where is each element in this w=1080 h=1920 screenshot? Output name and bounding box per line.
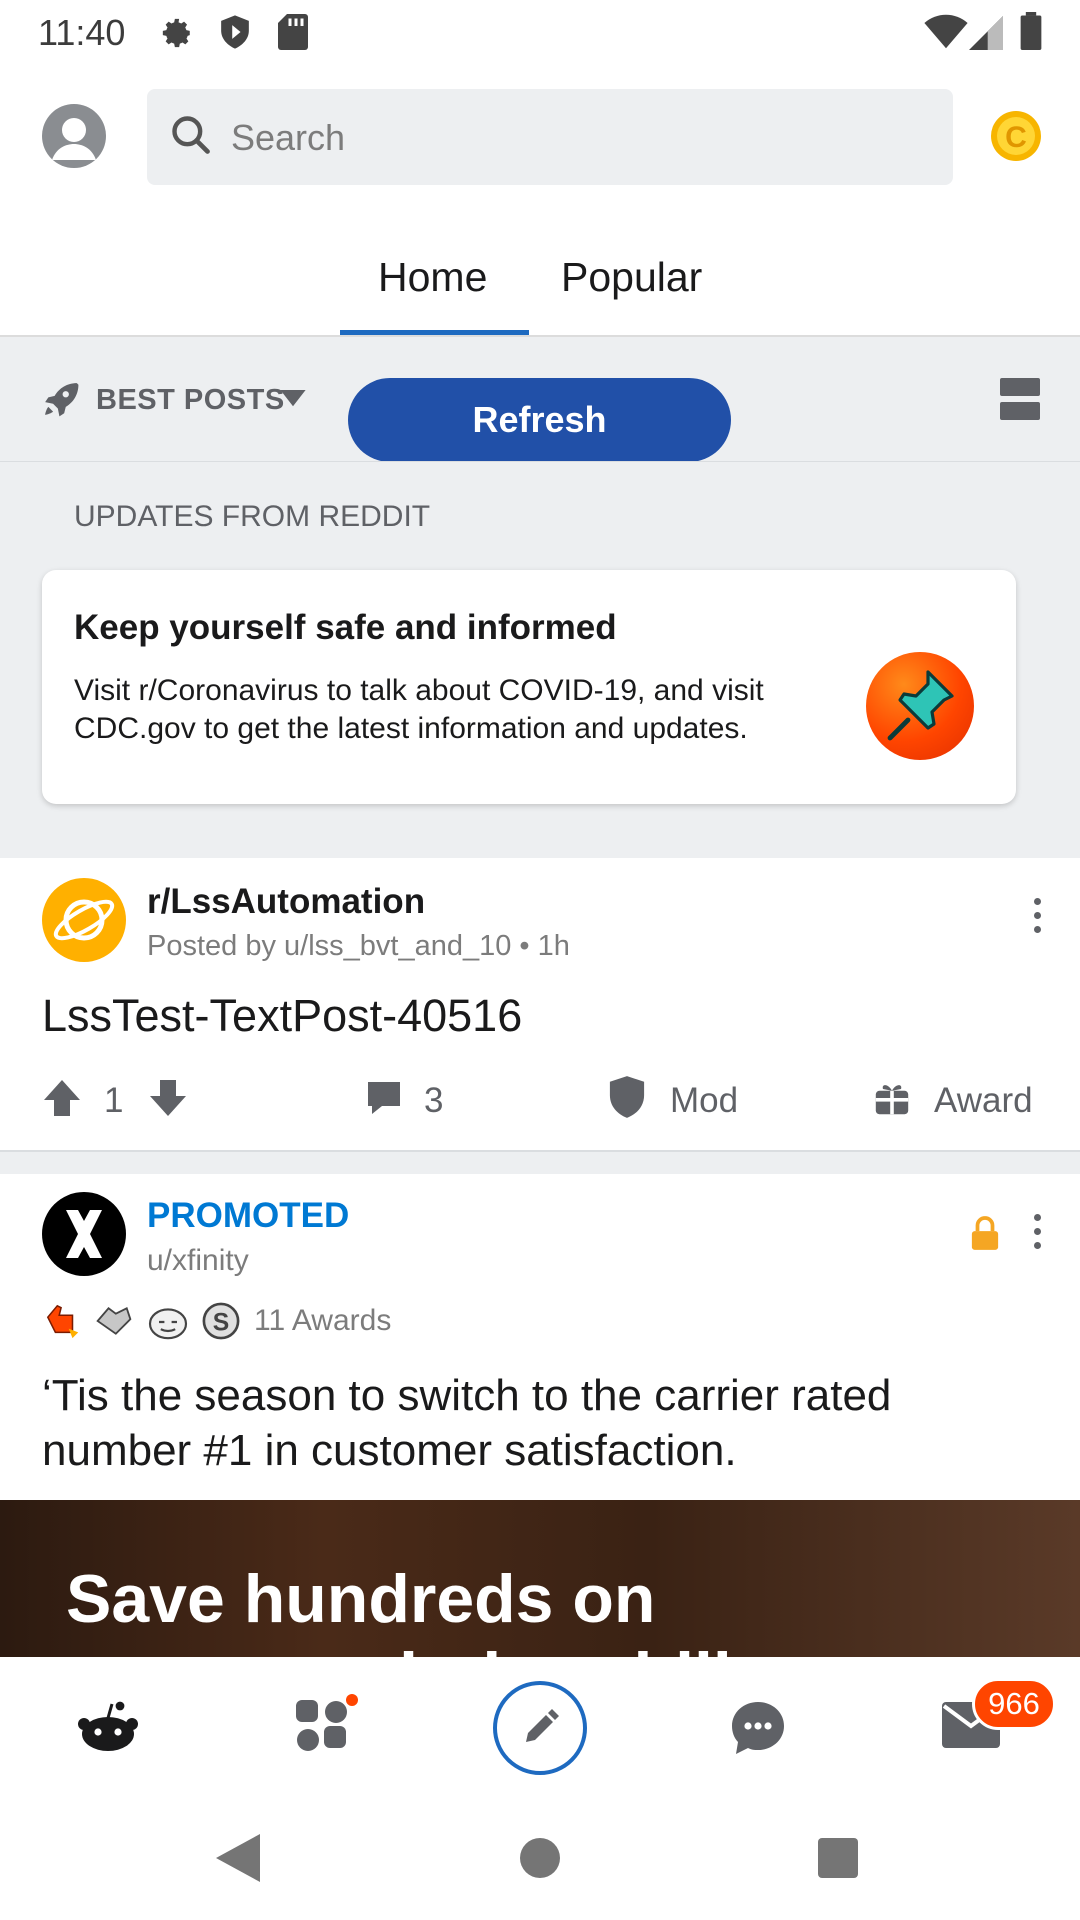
search-input[interactable]: Search — [147, 89, 953, 185]
settings-icon — [162, 18, 190, 48]
signal-icon — [969, 16, 1003, 50]
communities-icon[interactable] — [296, 1694, 358, 1752]
svg-text:S: S — [213, 1310, 229, 1337]
award-silver-icon: S — [202, 1302, 240, 1340]
avatar-icon — [52, 118, 96, 160]
award-handshake-icon — [96, 1306, 132, 1335]
lock-icon — [971, 1216, 999, 1250]
tab-popular[interactable]: Popular — [561, 254, 702, 301]
mod-shield-icon[interactable] — [608, 1076, 646, 1118]
awards-count[interactable]: 11 Awards — [254, 1304, 391, 1338]
chat-icon[interactable] — [730, 1700, 786, 1756]
home-circle-icon[interactable] — [520, 1838, 560, 1878]
shield-icon — [221, 15, 249, 49]
post-options-kebab-icon[interactable] — [1034, 898, 1042, 940]
downvote-icon[interactable] — [148, 1078, 188, 1118]
search-icon — [172, 116, 210, 154]
update-card-title: Keep yourself safe and informed — [74, 608, 617, 647]
updates-section-title: UPDATES FROM REDDIT — [74, 500, 431, 533]
post-score: 1 — [104, 1081, 124, 1120]
planet-icon — [53, 899, 115, 941]
coin-icon[interactable]: C — [990, 110, 1042, 162]
award-face-icon — [148, 1308, 188, 1340]
gift-icon[interactable] — [874, 1080, 910, 1116]
snoo-icon[interactable] — [76, 1700, 140, 1752]
promoted-label: PROMOTED — [147, 1196, 350, 1235]
post-subreddit[interactable]: r/LssAutomation — [147, 882, 425, 922]
status-bar: 11:40 — [0, 0, 1080, 66]
ad-image[interactable]: Save hundreds on your wireless bill — [0, 1500, 1080, 1657]
sort-label[interactable]: BEST POSTS — [96, 384, 285, 417]
pin-badge — [866, 652, 974, 760]
xfinity-logo — [66, 1210, 102, 1258]
promoted-options-kebab-icon[interactable] — [1034, 1214, 1042, 1256]
upvote-icon[interactable] — [42, 1078, 82, 1118]
clock: 11:40 — [38, 12, 126, 53]
ad-headline: Save hundreds on — [66, 1561, 656, 1637]
post-meta[interactable]: Posted by u/lss_bvt_and_10 • 1h — [147, 930, 570, 963]
pin-icon — [887, 670, 954, 741]
wifi-icon — [924, 14, 968, 49]
award-button[interactable]: Award — [934, 1081, 1033, 1121]
subreddit-avatar[interactable] — [42, 878, 126, 962]
recents-icon[interactable] — [818, 1838, 858, 1878]
refresh-button[interactable]: Refresh — [348, 378, 731, 462]
update-card-body: Visit r/Coronavirus to talk about COVID-… — [74, 674, 764, 745]
advertiser-username[interactable]: u/xfinity — [147, 1244, 249, 1278]
advertiser-avatar[interactable] — [42, 1192, 126, 1276]
promoted-post-title[interactable]: ‘Tis the season to switch to the carrier… — [42, 1368, 1032, 1478]
search-placeholder: Search — [231, 117, 346, 158]
tab-home[interactable]: Home — [378, 254, 487, 301]
sd-card-icon — [278, 14, 308, 50]
comment-icon[interactable] — [364, 1078, 404, 1118]
award-rocket-like-icon — [46, 1304, 79, 1339]
back-icon[interactable] — [216, 1834, 260, 1882]
comment-count[interactable]: 3 — [424, 1081, 443, 1121]
ad-headline-cut: your wireless bill — [180, 1638, 732, 1657]
user-avatar[interactable] — [42, 104, 106, 168]
battery-icon — [1020, 12, 1042, 50]
svg-text:C: C — [1005, 121, 1027, 154]
inbox-badge: 966 — [972, 1678, 1056, 1730]
post-title[interactable]: LssTest-TextPost-40516 — [42, 990, 522, 1042]
chevron-down-icon[interactable] — [280, 390, 306, 408]
mod-button[interactable]: Mod — [670, 1081, 738, 1121]
create-icon[interactable] — [492, 1680, 588, 1776]
post-divider — [0, 1150, 1080, 1174]
rocket-icon[interactable] — [42, 380, 80, 418]
card-view-icon[interactable] — [1000, 378, 1040, 420]
